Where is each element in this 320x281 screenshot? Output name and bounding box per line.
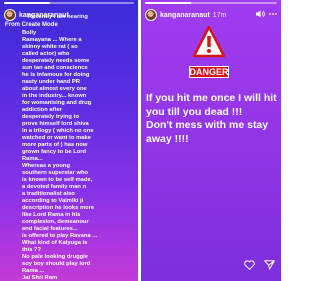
story-text-line: in the industry... known [22,93,87,99]
story-text-line: Don't mess with me stay [146,119,269,131]
danger-label: DANGER [189,66,229,78]
story-text-line: nasty under hand PR [22,79,80,85]
story-footer [244,260,275,273]
story-text-line: away !!!! [146,132,189,145]
story-text-line: What kind of Kalyuga is [22,240,88,246]
story-username[interactable]: kanganaranaut [160,12,210,19]
story-text-line: a traditionalist also [22,191,75,197]
story-text-line: sun tan and conscience [22,65,88,71]
story-text-line: like Lord Rama in his [22,212,81,218]
story-header: kanganaranaut 17m [145,8,277,22]
right-story-panel[interactable]: kanganaranaut 17m DANGER If you hit me o… [141,0,281,281]
story-text-line: desperately trying to [22,114,80,120]
story-progress-bar [4,2,134,4]
story-text-line: desperately needs some [22,58,90,64]
story-text-line: is offered to play Ravana ... [22,233,98,239]
story-text-line: watched or want to make [22,135,91,141]
warning-icon [193,26,225,58]
story-text-line: No pale looking druggie [22,254,89,260]
story-progress-fill [145,2,192,4]
story-text-line: called actor) who [22,51,70,57]
story-text-line: description he looks more [22,205,95,211]
danger-sign: DANGER [189,26,229,78]
story-text-line: complexion, demeanour [22,219,89,225]
left-story-panel[interactable]: kanganaranaut From Create Mode Recently … [0,0,138,281]
story-text-line: you till you dead !!! [146,105,243,118]
story-message: If you hit me once I will hit you till yo… [146,92,278,146]
story-text-line: about almost every one [22,86,87,92]
story-text-line: for womanising and drug [22,100,92,106]
story-text-line: If you hit me once I will hit [146,92,277,104]
story-text-line: Bolly [22,30,37,36]
story-text-line: more parts of ) has now [22,142,88,148]
story-text-line: prove himself lord shiva [22,121,89,127]
speaker-icon[interactable] [256,10,265,20]
story-text-line: is known to be self made, [22,177,93,183]
story-text-line: according to Valmiki ji [22,198,84,204]
story-text-line: he is infamous for doing [22,72,90,78]
story-text-line: Rama ... [22,268,45,274]
story-text-lines: Bolly Ramayana ... Where a skinny white ra… [22,30,118,281]
avatar[interactable] [145,9,157,21]
story-text-line: in a trilogy ( which no one [22,128,94,134]
story-text-line: Rama... [22,156,43,162]
avatar[interactable] [4,9,16,21]
story-text-line: Ramayana ... Where a [22,37,82,43]
heart-icon[interactable] [244,260,255,273]
story-text-line: addiction after [22,107,62,113]
story-text-line: Whereas a young [22,163,70,169]
create-mode-label: From Create Mode [5,22,58,28]
send-icon[interactable] [264,260,275,273]
story-text-line: Jai Shri Ram [22,275,58,281]
story-progress-fill [4,2,50,4]
more-icon[interactable] [269,10,277,20]
story-text-line: this ?? [22,247,41,253]
story-text-line: and facial features... [22,226,78,232]
story-progress-bar [145,2,277,4]
story-text-line: southern superstar who [22,170,89,176]
story-text-body: Recently I am hearing Bolly Ramayana ... … [22,14,118,281]
story-text-header: Recently I am hearing [28,14,88,20]
story-text-line: a devoted family man n [22,184,87,190]
story-text-line: grown fancy to be Lord [22,149,87,155]
story-text-line: skinny white rat ( so [22,44,78,50]
story-time: 17m [212,11,227,19]
story-text-line: soy boy should play lord [22,261,91,267]
